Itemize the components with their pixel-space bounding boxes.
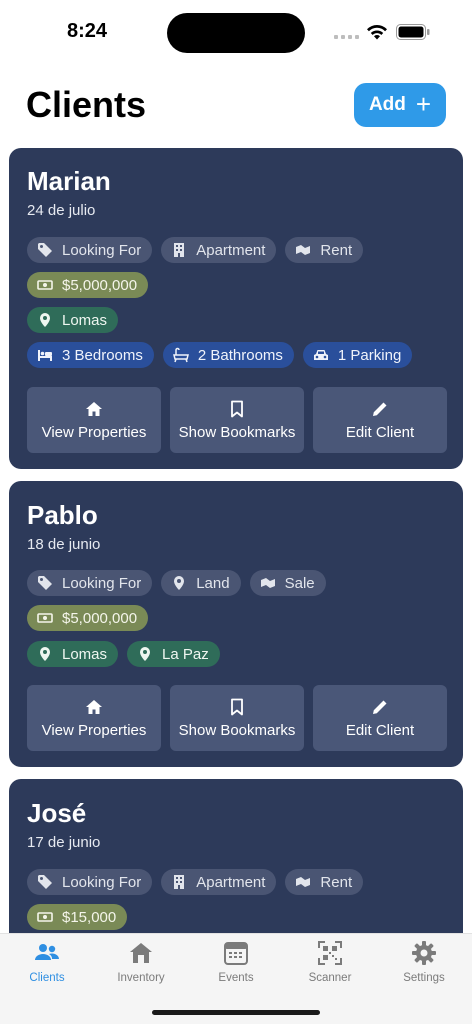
tag-icon xyxy=(38,243,52,257)
client-date: 24 de julio xyxy=(27,202,96,219)
location-pin-icon xyxy=(140,647,151,661)
home-icon xyxy=(86,401,102,416)
client-card-marian: Marian 24 de julio Looking For Apartment… xyxy=(9,148,463,469)
pencil-icon xyxy=(373,402,387,416)
tab-events[interactable]: Events xyxy=(196,940,276,984)
client-card-jose: José 17 de junio Looking For Apartment R… xyxy=(9,779,463,959)
price-row: $5,000,000 xyxy=(27,605,149,631)
price-row: $15,000 xyxy=(27,904,128,930)
card-actions: View Properties Show Bookmarks Edit Clie… xyxy=(27,387,447,453)
client-name: Marian xyxy=(27,166,111,196)
tag-icon xyxy=(38,576,52,590)
show-bookmarks-button[interactable]: Show Bookmarks xyxy=(170,685,304,751)
add-client-button[interactable]: Add + xyxy=(354,83,446,127)
cellular-signal-icon xyxy=(334,35,359,39)
battery-icon xyxy=(396,24,430,40)
tab-inventory[interactable]: Inventory xyxy=(101,940,181,984)
location-row: Lomas La Paz xyxy=(27,641,220,667)
show-bookmarks-button[interactable]: Show Bookmarks xyxy=(170,387,304,453)
tag-chip: Looking For xyxy=(27,570,153,596)
tag-chip: Rent xyxy=(285,237,364,263)
tag-chip: Looking For xyxy=(27,237,153,263)
bookmark-icon xyxy=(231,400,243,417)
location-row: Lomas xyxy=(27,307,119,333)
bookmark-icon xyxy=(231,698,243,715)
tab-clients[interactable]: Clients xyxy=(7,940,87,984)
money-icon xyxy=(37,613,53,623)
status-time: 8:24 xyxy=(67,20,108,42)
feature-chip: 2 Bathrooms xyxy=(162,342,294,368)
qr-code-icon xyxy=(318,941,342,965)
wifi-icon xyxy=(367,24,387,40)
tag-row: Looking For Land Sale xyxy=(27,570,326,596)
bathtub-icon xyxy=(172,347,189,363)
view-properties-button[interactable]: View Properties xyxy=(27,387,161,453)
location-pin-icon xyxy=(40,313,50,327)
bed-icon xyxy=(38,350,52,361)
view-properties-button[interactable]: View Properties xyxy=(27,685,161,751)
add-button-label: Add xyxy=(368,94,406,115)
plus-icon: + xyxy=(415,89,432,119)
status-bar: 8:24 xyxy=(0,0,472,62)
location-chip: Lomas xyxy=(27,307,119,333)
tag-icon xyxy=(38,875,52,889)
house-icon xyxy=(130,943,152,963)
tag-chip: Looking For xyxy=(27,869,153,895)
location-pin-icon xyxy=(174,576,185,590)
people-icon xyxy=(35,944,60,960)
dynamic-island xyxy=(167,13,305,53)
pencil-icon xyxy=(373,700,387,714)
home-indicator[interactable] xyxy=(152,1010,320,1015)
handshake-icon xyxy=(296,245,311,255)
client-name: Pablo xyxy=(27,500,98,530)
price-row: $5,000,000 xyxy=(27,272,149,298)
tag-chip: Apartment xyxy=(161,869,277,895)
tag-chip: Rent xyxy=(285,869,364,895)
price-chip: $5,000,000 xyxy=(27,605,149,631)
location-chip: Lomas xyxy=(27,641,119,667)
edit-client-button[interactable]: Edit Client xyxy=(313,387,447,453)
tag-chip: Land xyxy=(161,570,241,596)
price-chip: $15,000 xyxy=(27,904,128,930)
client-card-pablo: Pablo 18 de junio Looking For Land Sale … xyxy=(9,481,463,767)
client-date: 17 de junio xyxy=(27,834,101,851)
building-icon xyxy=(174,243,185,257)
edit-client-button[interactable]: Edit Client xyxy=(313,685,447,751)
client-name: José xyxy=(27,798,87,828)
gear-icon xyxy=(412,941,436,965)
tag-chip: Apartment xyxy=(161,237,277,263)
price-chip: $5,000,000 xyxy=(27,272,149,298)
feature-row: 3 Bedrooms 2 Bathrooms 1 Parking xyxy=(27,342,413,368)
handshake-icon xyxy=(296,877,311,887)
location-chip: La Paz xyxy=(127,641,220,667)
money-icon xyxy=(37,280,53,290)
money-icon xyxy=(37,912,53,922)
card-actions: View Properties Show Bookmarks Edit Clie… xyxy=(27,685,447,751)
tag-chip: Sale xyxy=(249,570,326,596)
handshake-icon xyxy=(260,578,275,588)
car-icon xyxy=(313,350,328,360)
tab-settings[interactable]: Settings xyxy=(384,940,464,984)
client-date: 18 de junio xyxy=(27,536,101,553)
tab-scanner[interactable]: Scanner xyxy=(290,940,370,984)
feature-chip: 3 Bedrooms xyxy=(27,342,154,368)
location-pin-icon xyxy=(40,647,50,661)
home-icon xyxy=(86,699,102,714)
tag-row: Looking For Apartment Rent xyxy=(27,869,364,895)
building-icon xyxy=(174,875,185,889)
tag-row: Looking For Apartment Rent xyxy=(27,237,364,263)
page-title: Clients xyxy=(26,84,147,125)
calendar-icon xyxy=(224,942,248,965)
feature-chip: 1 Parking xyxy=(302,342,413,368)
